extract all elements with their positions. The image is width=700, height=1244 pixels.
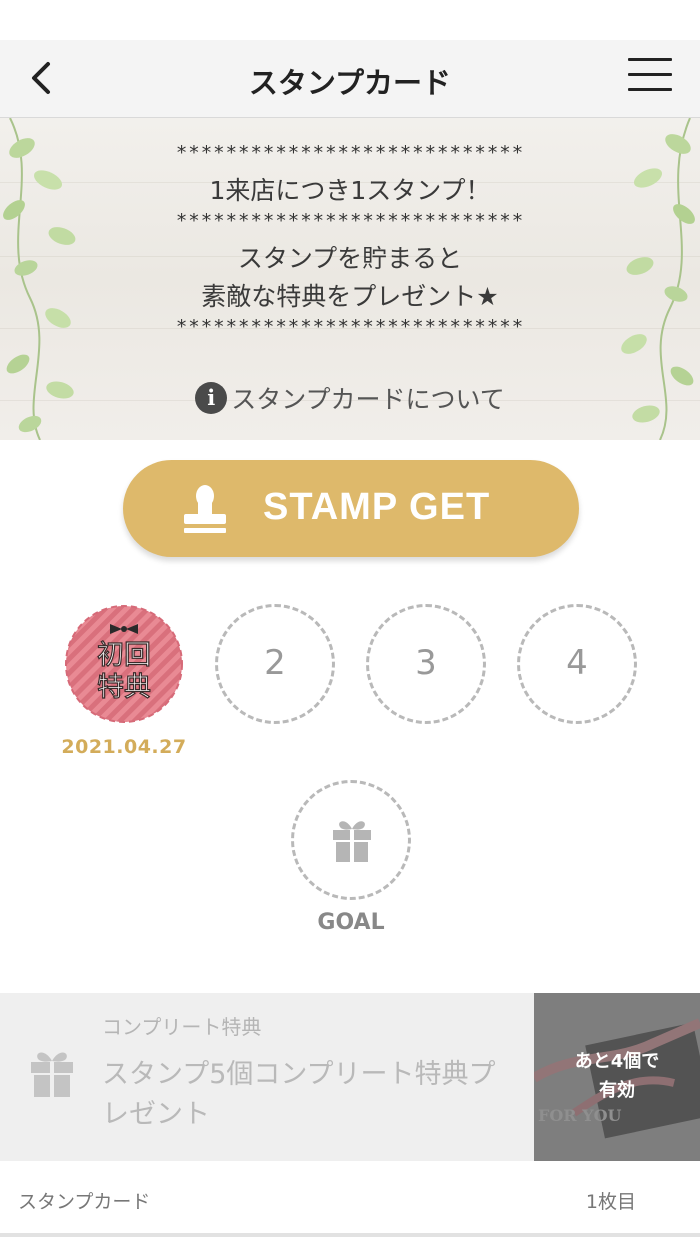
stamp-slot-4: 4 bbox=[517, 604, 637, 724]
star-divider: **************************** bbox=[175, 316, 525, 338]
first-stamp-text-2: 特典 bbox=[97, 672, 151, 703]
stamp-slot-number: 3 bbox=[415, 643, 437, 683]
stamp-slot-3: 3 bbox=[366, 604, 486, 724]
star-divider: **************************** bbox=[175, 210, 525, 232]
about-stamp-card-label: スタンプカードについて bbox=[231, 385, 505, 414]
banner-line-benefit-2: 素敵な特典をプレゼント★ bbox=[201, 282, 499, 311]
banner-line-benefit-1: スタンプを貯まると bbox=[237, 244, 463, 273]
stamp-get-label: STAMP GET bbox=[263, 486, 491, 528]
goal-stamp-slot bbox=[291, 780, 411, 900]
reward-category: コンプリート特典 bbox=[102, 1015, 262, 1039]
first-visit-stamp: 初回 特典 bbox=[65, 605, 183, 723]
stamp-get-button[interactable]: STAMP GET bbox=[123, 460, 579, 557]
hamburger-menu-icon[interactable] bbox=[628, 58, 672, 98]
gift-icon bbox=[333, 821, 371, 862]
app-header: スタンプカード bbox=[0, 40, 700, 118]
stamp-slot-number: 4 bbox=[566, 643, 588, 683]
stamp-slot-number: 2 bbox=[264, 643, 286, 683]
goal-label: GOAL bbox=[317, 910, 385, 935]
banner-message: **************************** 1来店につき1スタンプ… bbox=[0, 142, 700, 338]
first-stamp-text-1: 初回 bbox=[97, 640, 151, 671]
gift-icon bbox=[31, 1052, 73, 1097]
info-banner: **************************** 1来店につき1スタンプ… bbox=[0, 118, 700, 440]
star-divider: **************************** bbox=[175, 142, 525, 164]
card-footer: スタンプカード 1枚目 bbox=[0, 1161, 700, 1237]
page-title: スタンプカード bbox=[248, 66, 452, 100]
about-stamp-card-link[interactable]: i スタンプカードについて bbox=[0, 380, 700, 416]
card-label: スタンプカード bbox=[18, 1191, 151, 1213]
stamp-icon bbox=[184, 485, 226, 533]
reward-valid-label: 有効 bbox=[599, 1080, 635, 1101]
banner-line-stamp-rule: 1来店につき1スタンプ！ bbox=[209, 176, 491, 205]
info-icon: i bbox=[195, 382, 228, 414]
complete-reward-card[interactable]: コンプリート特典 スタンプ5個コンプリート特典プレゼント FOR YOU あと4… bbox=[0, 993, 700, 1161]
stamp-slot-2: 2 bbox=[215, 604, 335, 724]
card-sheet-number: 1枚目 bbox=[585, 1191, 636, 1213]
reward-thumbnail: FOR YOU あと4個で 有効 bbox=[534, 993, 700, 1161]
first-stamp-date: 2021.04.27 bbox=[61, 736, 187, 758]
reward-remaining-count: あと4個で bbox=[574, 1051, 660, 1072]
reward-remaining-status: あと4個で 有効 bbox=[534, 1047, 700, 1105]
reward-description: スタンプ5個コンプリート特典プレゼント bbox=[102, 1059, 496, 1130]
